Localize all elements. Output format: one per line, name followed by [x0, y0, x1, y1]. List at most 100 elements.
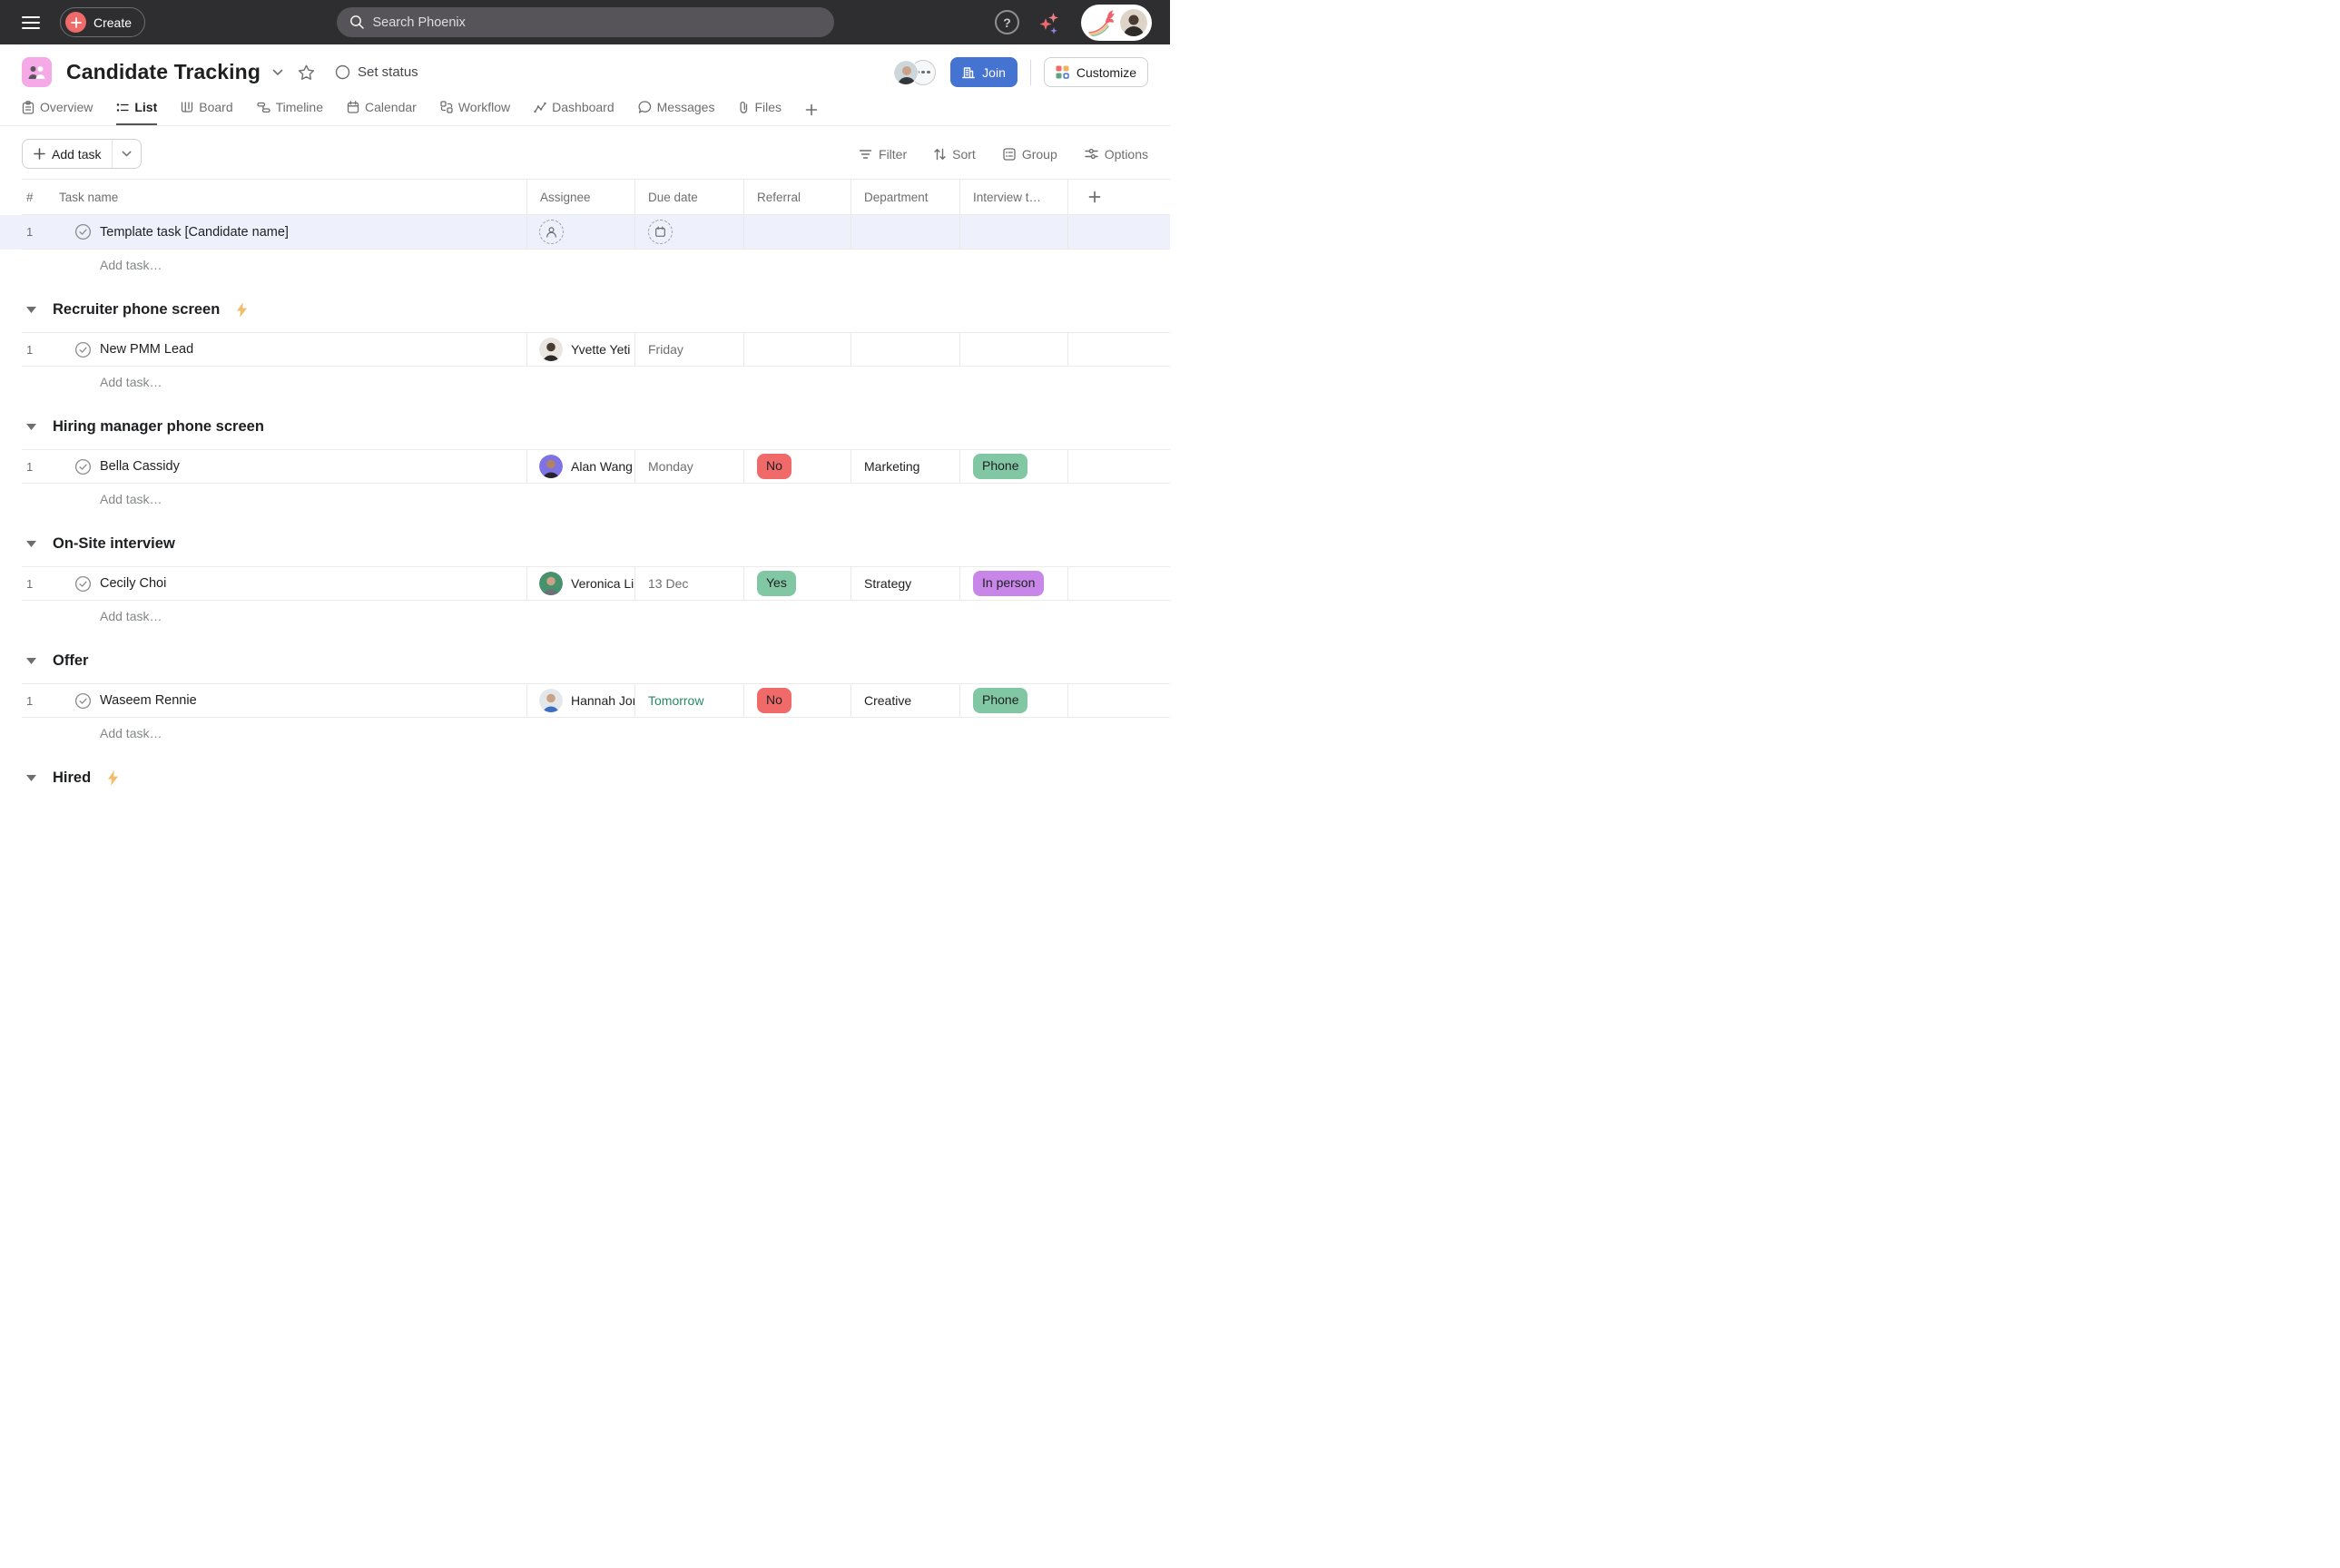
join-button[interactable]: Join [950, 57, 1018, 87]
tab-overview[interactable]: Overview [22, 100, 93, 125]
tab-list[interactable]: List [116, 100, 157, 125]
assignee-cell[interactable]: Hannah Jon… [526, 684, 634, 717]
project-people-icon[interactable] [22, 57, 52, 87]
collapse-triangle-icon[interactable] [26, 541, 36, 547]
filter-button[interactable]: Filter [859, 147, 907, 162]
add-task-row-label[interactable]: Add task… [48, 250, 526, 279]
interview-type-cell[interactable]: In person [959, 567, 1067, 600]
add-task-row[interactable]: Add task… [22, 250, 1170, 279]
add-task-split-button[interactable]: Add task [22, 139, 142, 169]
collapse-triangle-icon[interactable] [26, 658, 36, 664]
sidebar-toggle-hamburger-icon[interactable] [22, 16, 40, 29]
referral-badge[interactable]: No [757, 688, 791, 713]
empty-due-date-icon[interactable] [648, 220, 673, 244]
referral-badge[interactable]: No [757, 454, 791, 479]
collapse-triangle-icon[interactable] [26, 424, 36, 430]
task-name-cell[interactable]: Cecily Choi [48, 567, 526, 600]
section-name[interactable]: On-Site interview [53, 535, 175, 553]
referral-cell[interactable] [743, 333, 850, 366]
options-button[interactable]: Options [1085, 147, 1148, 162]
column-header-interview-type[interactable]: Interview t… [959, 180, 1067, 214]
referral-badge[interactable]: Yes [757, 571, 796, 596]
task-row[interactable]: 1 New PMM Lead Yvette Yeti Friday [0, 332, 1170, 367]
tab-messages[interactable]: Messages [638, 100, 715, 125]
department-cell[interactable]: Marketing [850, 450, 959, 483]
add-task-row[interactable]: Add task… [22, 718, 1170, 748]
referral-cell[interactable]: No [743, 450, 850, 483]
department-cell[interactable]: Strategy [850, 567, 959, 600]
column-header-referral[interactable]: Referral [743, 180, 850, 214]
department-cell[interactable]: Creative [850, 684, 959, 717]
task-name-cell[interactable]: Waseem Rennie [48, 684, 526, 717]
search-input[interactable] [373, 15, 821, 30]
check-circle-icon[interactable] [74, 341, 92, 358]
tab-dashboard[interactable]: Dashboard [534, 100, 614, 125]
help-button[interactable]: ? [995, 10, 1019, 34]
column-header-department[interactable]: Department [850, 180, 959, 214]
department-cell[interactable] [850, 333, 959, 366]
tab-timeline[interactable]: Timeline [257, 100, 323, 125]
interview-type-cell[interactable]: Phone [959, 684, 1067, 717]
interview-type-badge[interactable]: In person [973, 571, 1044, 596]
due-date-cell[interactable]: Monday [634, 450, 743, 483]
section-name[interactable]: Hiring manager phone screen [53, 418, 264, 436]
due-date-cell[interactable]: 13 Dec [634, 567, 743, 600]
ai-sparkles-icon[interactable] [1039, 11, 1061, 34]
rule-bolt-icon[interactable] [107, 770, 119, 786]
interview-type-badge[interactable]: Phone [973, 454, 1027, 479]
add-task-row-label[interactable]: Add task… [48, 484, 526, 514]
collapse-triangle-icon[interactable] [26, 307, 36, 313]
add-task-row[interactable]: Add task… [22, 484, 1170, 514]
member-avatars[interactable] [893, 60, 936, 85]
due-date-cell[interactable] [634, 215, 743, 249]
collapse-triangle-icon[interactable] [26, 775, 36, 781]
interview-type-cell[interactable]: Phone [959, 450, 1067, 483]
tab-board[interactable]: Board [181, 100, 232, 125]
section-name[interactable]: Offer [53, 652, 88, 670]
assignee-cell[interactable]: Alan Wang [526, 450, 634, 483]
empty-assignee-icon[interactable] [539, 220, 564, 244]
customize-button[interactable]: Customize [1044, 57, 1148, 87]
check-circle-icon[interactable] [74, 458, 92, 475]
add-task-row-label[interactable]: Add task… [48, 601, 526, 631]
check-circle-icon[interactable] [74, 223, 92, 240]
column-header-due-date[interactable]: Due date [634, 180, 743, 214]
task-name-cell[interactable]: New PMM Lead [48, 333, 526, 366]
sort-button[interactable]: Sort [934, 147, 976, 162]
favorite-star-icon[interactable] [298, 64, 315, 81]
task-row[interactable]: 1 Waseem Rennie Hannah Jon… Tomorrow No … [0, 683, 1170, 718]
add-view-plus-icon[interactable] [805, 103, 818, 125]
interview-type-cell[interactable] [959, 215, 1067, 249]
due-date-cell[interactable]: Friday [634, 333, 743, 366]
section-name[interactable]: Hired [53, 769, 91, 787]
check-circle-icon[interactable] [74, 692, 92, 710]
tab-files[interactable]: Files [738, 100, 782, 125]
add-column-button[interactable] [1067, 180, 1170, 214]
check-circle-icon[interactable] [74, 575, 92, 593]
task-row[interactable]: 1 Bella Cassidy Alan Wang Monday No Mark… [0, 449, 1170, 484]
add-task-button[interactable]: Add task [23, 140, 112, 168]
add-task-row[interactable]: Add task… [22, 367, 1170, 397]
add-task-row-label[interactable]: Add task… [48, 367, 526, 397]
section-name[interactable]: Recruiter phone screen [53, 301, 220, 318]
interview-type-cell[interactable] [959, 333, 1067, 366]
create-button[interactable]: Create [60, 7, 145, 37]
add-task-dropdown-button[interactable] [112, 140, 141, 168]
tab-workflow[interactable]: Workflow [440, 100, 510, 125]
rule-bolt-icon[interactable] [236, 302, 248, 318]
due-date-cell[interactable]: Tomorrow [634, 684, 743, 717]
task-name-cell[interactable]: Template task [Candidate name] [48, 215, 526, 249]
add-task-row-label[interactable]: Add task… [48, 718, 526, 748]
set-status-button[interactable]: Set status [335, 64, 418, 80]
department-cell[interactable] [850, 215, 959, 249]
assignee-cell[interactable]: Veronica Lin [526, 567, 634, 600]
referral-cell[interactable] [743, 215, 850, 249]
search-bar[interactable] [337, 7, 834, 37]
assignee-cell[interactable]: Yvette Yeti [526, 333, 634, 366]
column-header-assignee[interactable]: Assignee [526, 180, 634, 214]
task-row[interactable]: 1 Cecily Choi Veronica Lin 13 Dec Yes St… [0, 566, 1170, 601]
interview-type-badge[interactable]: Phone [973, 688, 1027, 713]
column-header-task-name[interactable]: Task name [48, 180, 526, 214]
title-chevron-down-icon[interactable] [272, 69, 283, 76]
account-pill[interactable] [1081, 5, 1152, 41]
